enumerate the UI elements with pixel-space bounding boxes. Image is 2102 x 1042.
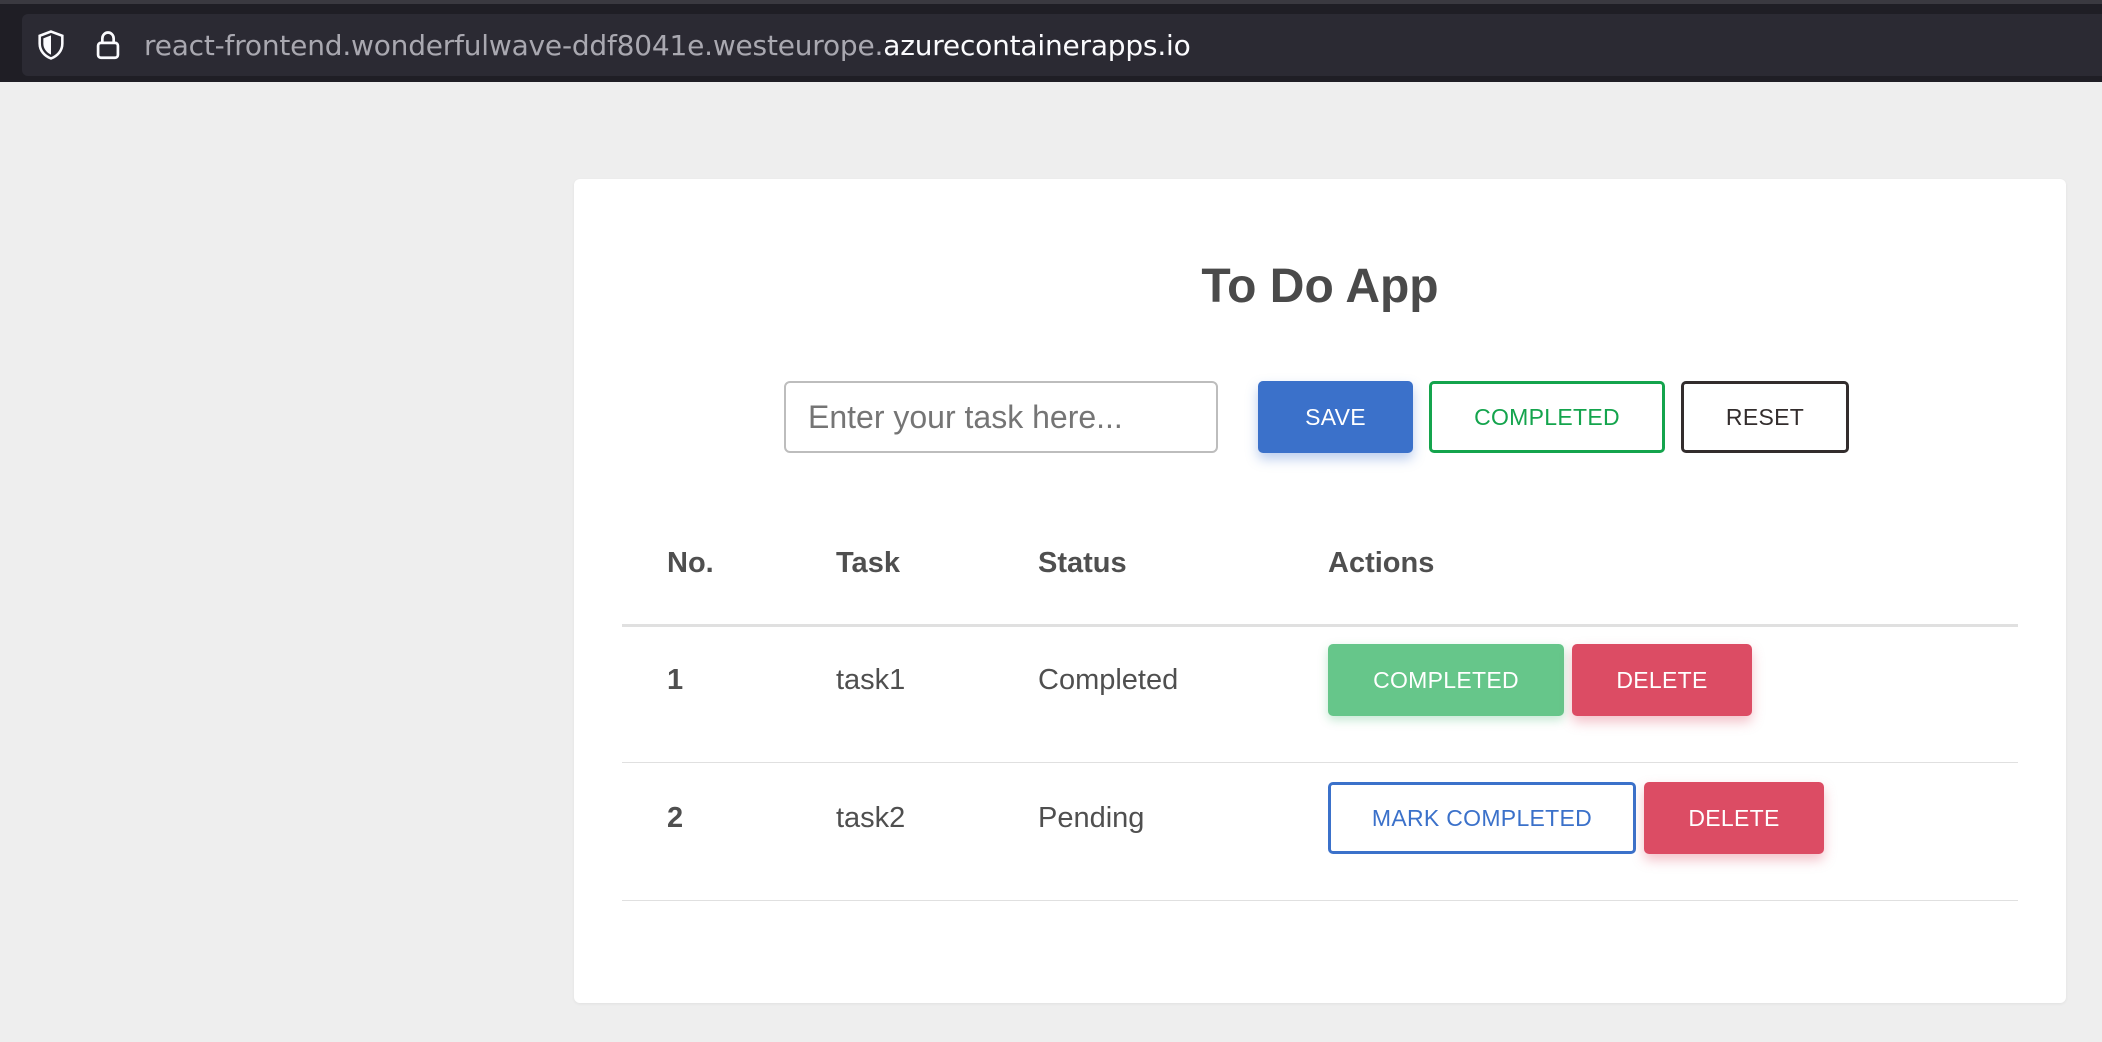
row-2-number: 2	[667, 802, 684, 834]
filter-completed-button[interactable]: COMPLETED	[1429, 381, 1665, 453]
row-1-completed-button[interactable]: COMPLETED	[1328, 644, 1564, 716]
row-1-task: task1	[836, 664, 906, 696]
todo-card: To Do App SAVE COMPLETED RESET No. Task …	[574, 179, 2066, 1003]
row-divider	[622, 900, 2018, 901]
row-1-status: Completed	[1038, 664, 1179, 696]
url-host-prefix: react-frontend.wonderfulwave-ddf8041e.we…	[144, 29, 884, 62]
url-domain: azurecontainerapps.io	[883, 29, 1191, 62]
url-text[interactable]: react-frontend.wonderfulwave-ddf8041e.we…	[144, 26, 1191, 66]
row-1-number: 1	[667, 664, 684, 696]
row-2-status: Pending	[1038, 802, 1145, 834]
page-title: To Do App	[1201, 260, 1439, 313]
reset-button[interactable]: RESET	[1681, 381, 1849, 453]
lock-icon[interactable]	[91, 28, 125, 62]
row-2-delete-button[interactable]: DELETE	[1644, 782, 1824, 854]
row-divider	[622, 762, 2018, 763]
row-2-task: task2	[836, 802, 906, 834]
column-header-status: Status	[1038, 547, 1127, 579]
column-header-no: No.	[667, 547, 714, 579]
row-2-mark-completed-button[interactable]: MARK COMPLETED	[1328, 782, 1636, 854]
header-divider	[622, 624, 2018, 627]
task-input[interactable]	[784, 381, 1218, 453]
save-button[interactable]: SAVE	[1258, 381, 1413, 453]
column-header-task: Task	[836, 547, 900, 579]
browser-url-bar: react-frontend.wonderfulwave-ddf8041e.we…	[0, 0, 2102, 82]
row-1-delete-button[interactable]: DELETE	[1572, 644, 1752, 716]
shield-icon[interactable]	[34, 28, 68, 62]
column-header-actions: Actions	[1328, 547, 1435, 579]
